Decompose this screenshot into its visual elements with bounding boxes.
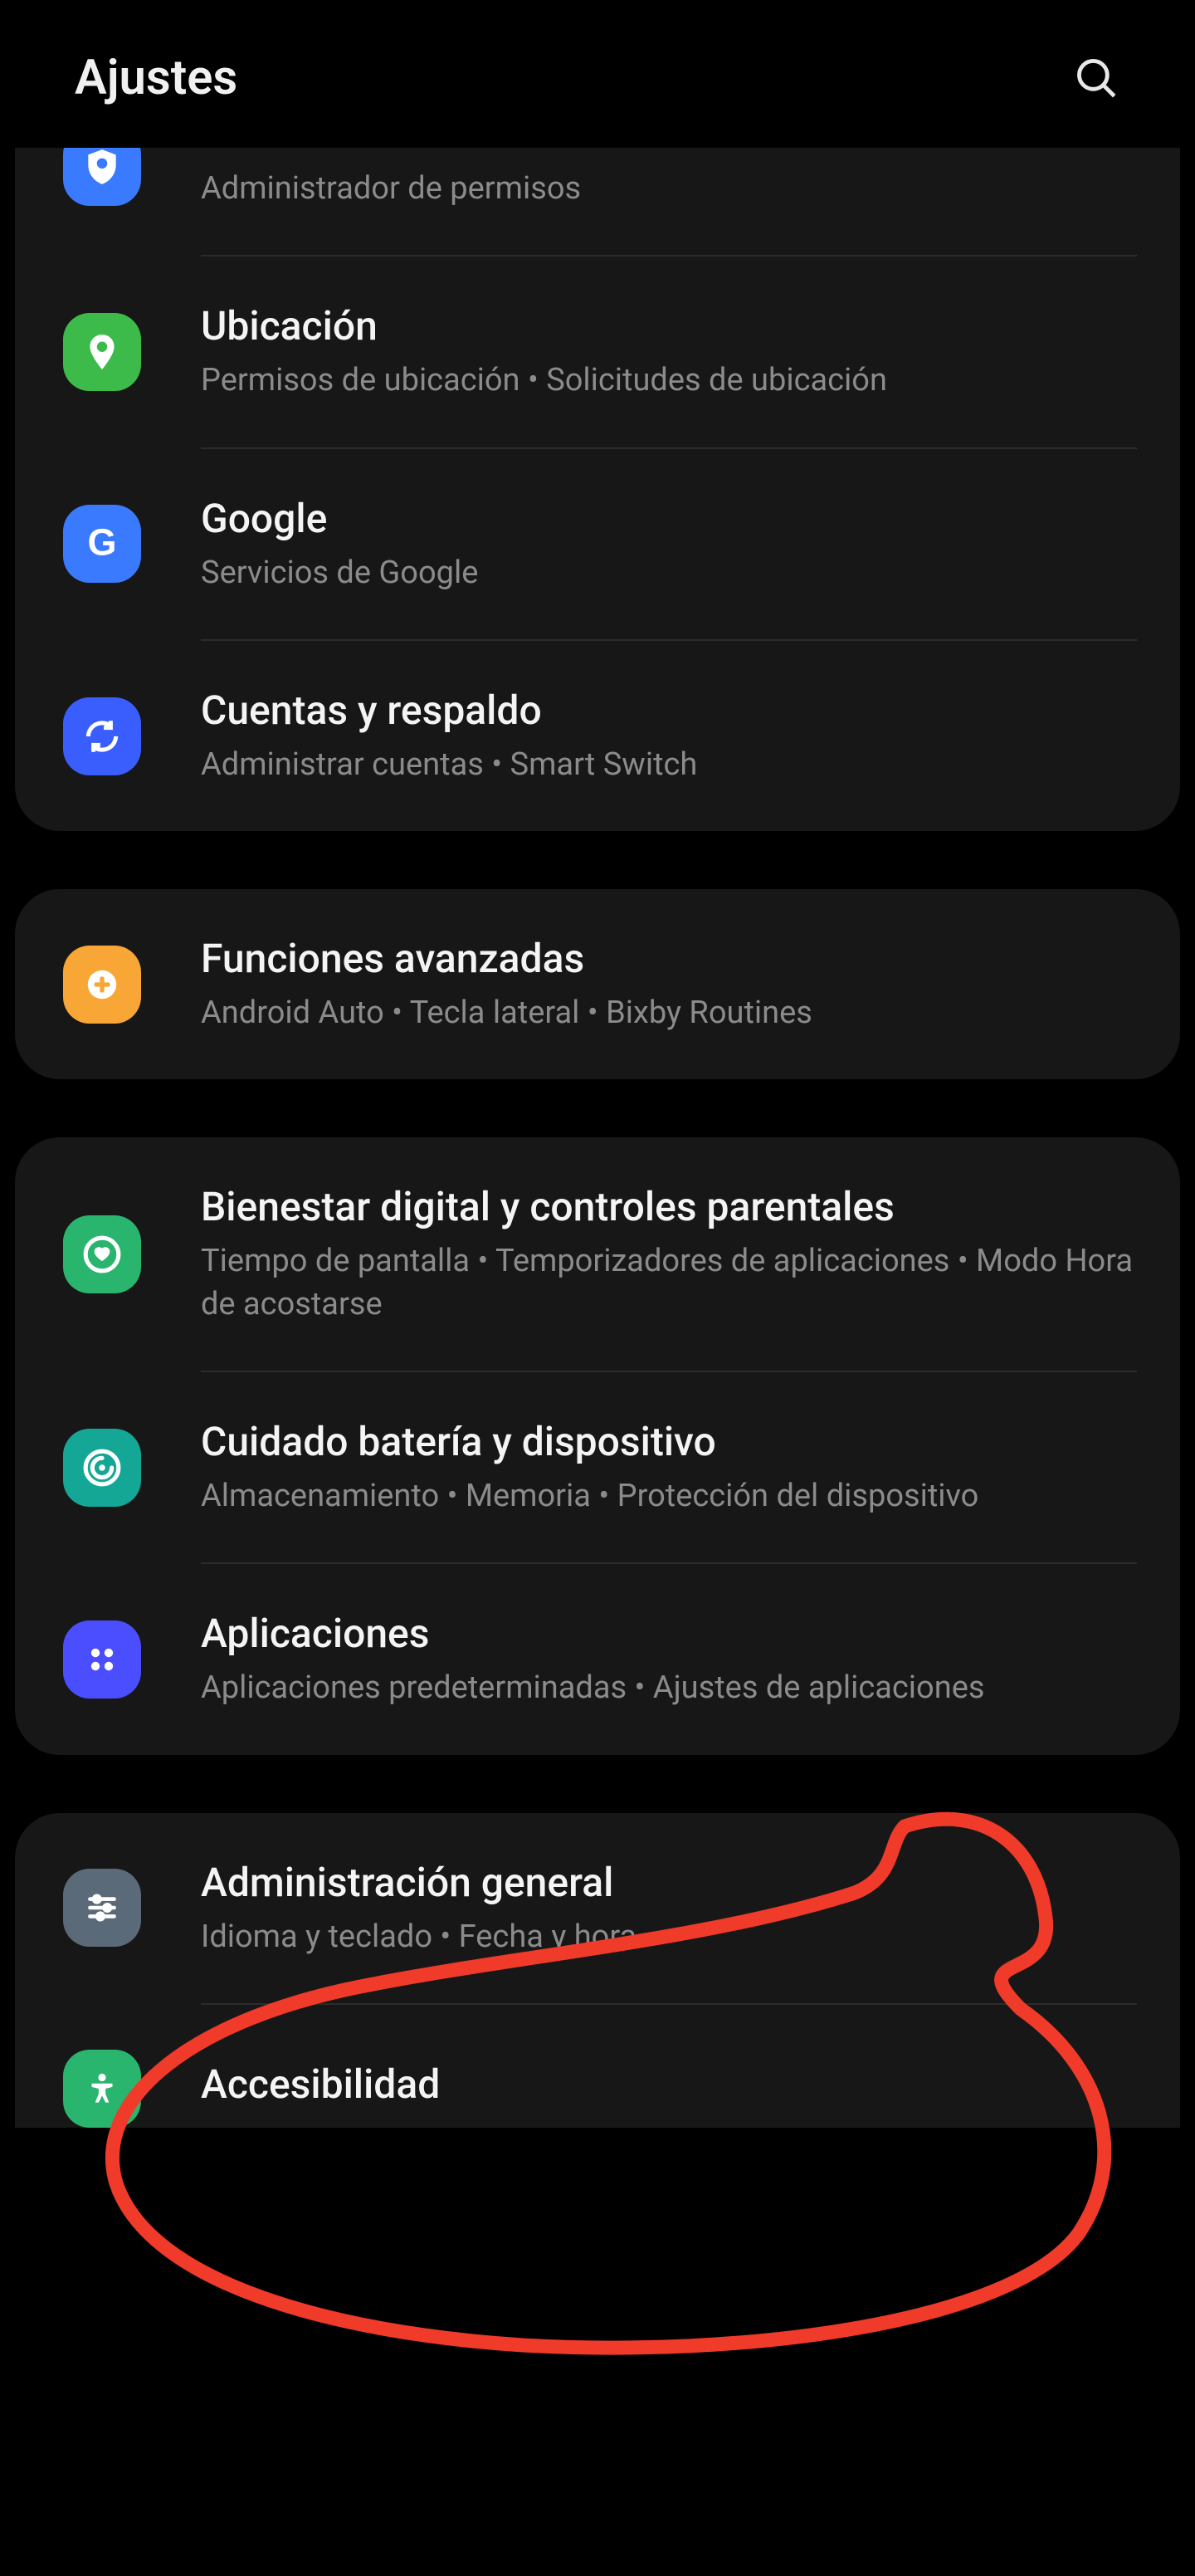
item-text: Bienestar digital y controles parentales… xyxy=(201,1182,1137,1326)
grid-icon xyxy=(63,1620,141,1699)
settings-item-wellbeing[interactable]: Bienestar digital y controles parentales… xyxy=(15,1137,1180,1371)
heart-circle-icon xyxy=(63,1215,141,1293)
page-title: Ajustes xyxy=(75,50,237,106)
settings-item-accessibility[interactable]: Accesibilidad xyxy=(15,2005,1180,2128)
google-icon: G xyxy=(63,505,141,583)
item-title: Ubicación xyxy=(201,301,1137,351)
item-text: Aplicaciones Aplicaciones predeterminada… xyxy=(201,1609,1137,1709)
item-title: Cuentas y respaldo xyxy=(201,686,1137,736)
item-text: Google Servicios de Google xyxy=(201,494,1137,594)
item-title: Funciones avanzadas xyxy=(201,934,1137,984)
settings-item-advanced[interactable]: Funciones avanzadas Android Auto • Tecla… xyxy=(15,889,1180,1079)
settings-item-device-care[interactable]: Cuidado batería y dispositivo Almacenami… xyxy=(15,1372,1180,1562)
item-text: Accesibilidad xyxy=(201,2060,1137,2118)
item-title: Cuidado batería y dispositivo xyxy=(201,1417,1137,1467)
item-text: Cuentas y respaldo Administrar cuentas •… xyxy=(201,686,1137,786)
svg-text:G: G xyxy=(87,521,116,564)
item-subtitle: Servicios de Google xyxy=(201,552,1137,594)
item-title: Google xyxy=(201,494,1137,544)
item-text: Funciones avanzadas Android Auto • Tecla… xyxy=(201,934,1137,1034)
settings-item-apps[interactable]: Aplicaciones Aplicaciones predeterminada… xyxy=(15,1564,1180,1754)
item-text: Administración general Idioma y teclado … xyxy=(201,1858,1137,1958)
shield-icon xyxy=(63,148,141,206)
item-text: Ubicación Permisos de ubicación • Solici… xyxy=(201,301,1137,402)
item-text: Cuidado batería y dispositivo Almacenami… xyxy=(201,1417,1137,1518)
item-title: Bienestar digital y controles parentales xyxy=(201,1182,1137,1232)
settings-group: Administrador de permisos Ubicación Perm… xyxy=(15,148,1180,831)
sync-icon xyxy=(63,697,141,775)
sliders-icon xyxy=(63,1869,141,1947)
item-title: Administración general xyxy=(201,1858,1137,1908)
item-title: Aplicaciones xyxy=(201,1609,1137,1659)
search-icon[interactable] xyxy=(1072,54,1120,102)
plus-icon xyxy=(63,946,141,1024)
settings-group: Administración general Idioma y teclado … xyxy=(15,1813,1180,2128)
pin-icon xyxy=(63,313,141,391)
settings-group: Funciones avanzadas Android Auto • Tecla… xyxy=(15,889,1180,1079)
settings-item-accounts[interactable]: Cuentas y respaldo Administrar cuentas •… xyxy=(15,641,1180,831)
item-subtitle: Aplicaciones predeterminadas • Ajustes d… xyxy=(201,1667,1137,1709)
item-subtitle: Administrar cuentas • Smart Switch xyxy=(201,744,1137,786)
battery-circle-icon xyxy=(63,1429,141,1507)
item-subtitle: Administrador de permisos xyxy=(201,168,1137,210)
person-icon xyxy=(63,2050,141,2128)
settings-item-privacy[interactable]: Administrador de permisos xyxy=(15,148,1180,255)
item-title: Accesibilidad xyxy=(201,2060,1137,2109)
settings-group: Bienestar digital y controles parentales… xyxy=(15,1137,1180,1754)
item-subtitle: Permisos de ubicación • Solicitudes de u… xyxy=(201,359,1137,402)
settings-item-location[interactable]: Ubicación Permisos de ubicación • Solici… xyxy=(15,257,1180,447)
settings-item-google[interactable]: G Google Servicios de Google xyxy=(15,449,1180,639)
item-subtitle: Idioma y teclado • Fecha y hora xyxy=(201,1916,1137,1958)
item-subtitle: Almacenamiento • Memoria • Protección de… xyxy=(201,1475,1137,1518)
item-subtitle: Tiempo de pantalla • Temporizadores de a… xyxy=(201,1240,1137,1326)
settings-item-general[interactable]: Administración general Idioma y teclado … xyxy=(15,1813,1180,2003)
item-text: Administrador de permisos xyxy=(201,168,1137,210)
item-subtitle: Android Auto • Tecla lateral • Bixby Rou… xyxy=(201,992,1137,1034)
header: Ajustes xyxy=(0,0,1195,148)
